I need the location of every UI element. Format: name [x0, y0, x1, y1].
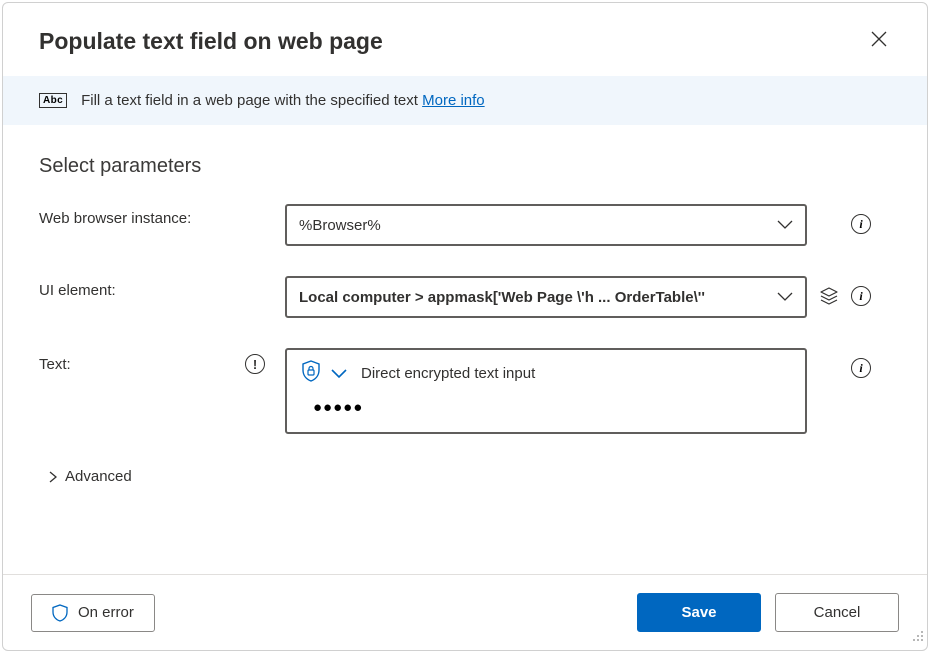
advanced-toggle[interactable]: Advanced [39, 464, 891, 489]
info-button-ui-element[interactable]: i [851, 286, 871, 306]
close-button[interactable] [867, 27, 891, 56]
layers-icon [819, 286, 839, 306]
footer-actions: Save Cancel [637, 593, 899, 632]
info-button-text[interactable]: i [851, 358, 871, 378]
close-icon [871, 31, 887, 47]
shield-icon [52, 604, 68, 622]
save-button[interactable]: Save [637, 593, 761, 632]
text-type-dropdown[interactable] [331, 369, 347, 379]
ui-element-value: Local computer > appmask['Web Page \'h .… [299, 289, 705, 306]
dialog-header: Populate text field on web page [3, 3, 927, 76]
on-error-button[interactable]: On error [31, 594, 155, 632]
more-info-link[interactable]: More info [422, 92, 485, 109]
param-row-browser: Web browser instance: %Browser% i [39, 204, 891, 246]
resize-grip-icon [912, 630, 924, 642]
dialog-window: Populate text field on web page Abc Fill… [2, 2, 928, 651]
textfield-icon: Abc [39, 93, 67, 108]
section-title: Select parameters [39, 155, 891, 178]
info-button-browser[interactable]: i [851, 214, 871, 234]
cancel-button[interactable]: Cancel [775, 593, 899, 632]
info-icon: i [851, 214, 871, 234]
text-type-label: Direct encrypted text input [361, 365, 535, 382]
text-input-header: Direct encrypted text input [287, 350, 805, 393]
param-label-text: Text: ! [39, 348, 285, 374]
info-icon: i [851, 286, 871, 306]
resize-grip[interactable] [912, 629, 924, 647]
browser-instance-value: %Browser% [299, 217, 381, 234]
dialog-title: Populate text field on web page [39, 28, 383, 55]
chevron-down-icon [777, 220, 793, 230]
browser-instance-select[interactable]: %Browser% [285, 204, 807, 246]
text-input-box[interactable]: Direct encrypted text input ●●●●● [285, 348, 807, 434]
chevron-right-icon [49, 471, 57, 483]
info-icon: i [851, 358, 871, 378]
lock-icon [301, 360, 321, 387]
param-label-browser: Web browser instance: [39, 204, 285, 227]
info-description: Fill a text field in a web page with the… [81, 92, 485, 109]
param-label-ui-element: UI element: [39, 276, 285, 299]
text-input-value[interactable]: ●●●●● [287, 393, 805, 432]
dialog-footer: On error Save Cancel [3, 574, 927, 650]
ui-element-picker-button[interactable] [819, 286, 839, 306]
info-bar: Abc Fill a text field in a web page with… [3, 76, 927, 125]
chevron-down-icon [777, 292, 793, 302]
ui-element-select[interactable]: Local computer > appmask['Web Page \'h .… [285, 276, 807, 318]
dialog-body: Select parameters Web browser instance: … [3, 125, 927, 574]
advanced-label: Advanced [65, 468, 132, 485]
param-row-text: Text: ! Direct encrypted text input ●●●●… [39, 348, 891, 434]
warning-icon: ! [245, 354, 265, 374]
param-row-ui-element: UI element: Local computer > appmask['We… [39, 276, 891, 318]
